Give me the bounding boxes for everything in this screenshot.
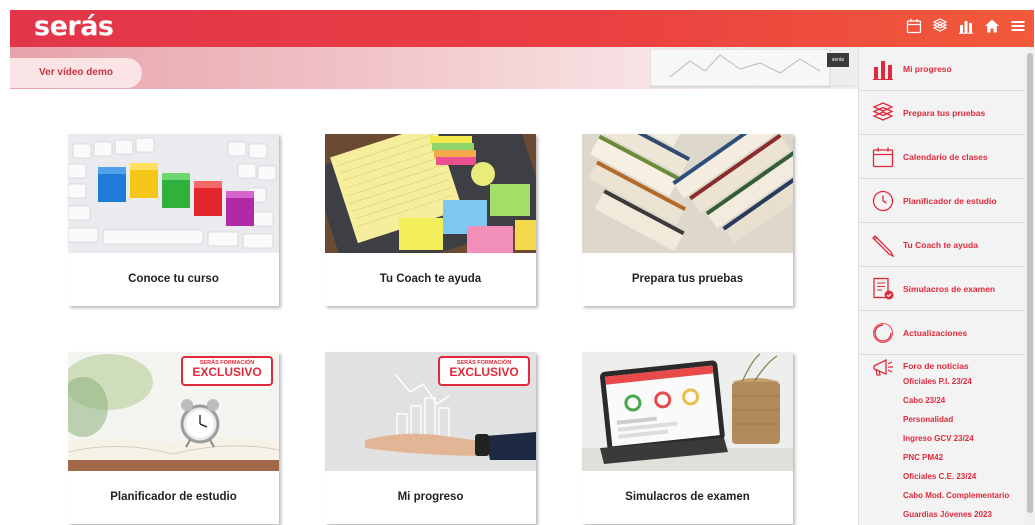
header-icons (906, 18, 1026, 34)
calendar-icon[interactable] (906, 18, 922, 34)
top-header: serás (10, 10, 1034, 47)
app: serás Ver vídeo demo serás Conoce tu cur… (0, 0, 1035, 525)
bar-chart-icon (871, 57, 895, 81)
side-menu: Mi progreso Prepara tus pruebas Calendar… (858, 47, 1026, 525)
clock-icon (871, 189, 895, 213)
news-link[interactable]: Guardias Jóvenes 2023 (903, 510, 992, 519)
card-planificador-de-estudio[interactable]: SERÁS FORMACIÓN EXCLUSIVO Planificador d… (68, 352, 279, 524)
news-link[interactable]: Ingreso GCV 23/24 (903, 434, 974, 443)
sidebar-item-label: Tu Coach te ayuda (903, 240, 978, 250)
card-title: Simulacros de examen (625, 491, 750, 503)
news-section: Foro de noticias Oficiales P.I. 23/24 Ca… (859, 355, 1026, 525)
news-forum-heading[interactable]: Foro de noticias (903, 361, 969, 371)
sidebar-item-calendario-de-clases[interactable]: Calendario de clases (859, 135, 1026, 179)
sidebar-item-label: Actualizaciones (903, 328, 968, 338)
exclusive-badge: SERÁS FORMACIÓN EXCLUSIVO (181, 356, 273, 386)
bar-chart-icon[interactable] (958, 18, 974, 34)
sidebar-item-label: Simulacros de examen (903, 284, 996, 294)
news-link[interactable]: Personalidad (903, 415, 953, 424)
card-title: Mi progreso (397, 491, 464, 503)
sidebar-item-actualizaciones[interactable]: Actualizaciones (859, 311, 1026, 355)
refresh-icon (871, 321, 895, 345)
sidebar-item-mi-progreso[interactable]: Mi progreso (859, 47, 1026, 91)
scrollbar-thumb[interactable] (1027, 53, 1033, 513)
menu-icon[interactable] (1010, 18, 1026, 34)
sidebar-item-label: Prepara tus pruebas (903, 108, 986, 118)
exclusive-badge-label: EXCLUSIVO (449, 365, 519, 379)
laptop-illustration: serás (649, 48, 855, 89)
card-title: Conoce tu curso (128, 273, 219, 285)
news-link[interactable]: Oficiales P.I. 23/24 (903, 377, 972, 386)
demo-video-button[interactable]: Ver vídeo demo (10, 58, 142, 88)
sidebar-item-planificador-de-estudio[interactable]: Planificador de estudio (859, 179, 1026, 223)
sidebar-item-tu-coach-te-ayuda[interactable]: Tu Coach te ayuda (859, 223, 1026, 267)
sidebar-item-label: Calendario de clases (903, 152, 988, 162)
news-link[interactable]: PNC PM42 (903, 453, 943, 462)
news-link[interactable]: Oficiales C.E. 23/24 (903, 472, 976, 481)
calendar-icon (871, 145, 895, 169)
laptop-screen-logo: serás (827, 53, 849, 67)
exclusive-badge: SERÁS FORMACIÓN EXCLUSIVO (438, 356, 530, 386)
home-icon[interactable] (984, 18, 1000, 34)
exclusive-badge-label: EXCLUSIVO (192, 365, 262, 379)
card-prepara-tus-pruebas[interactable]: Prepara tus pruebas (582, 134, 793, 306)
sidebar-item-label: Mi progreso (903, 64, 952, 74)
seras-logo[interactable]: serás (34, 11, 114, 42)
keyboard-cubes-image (68, 134, 279, 253)
card-conoce-tu-curso[interactable]: Conoce tu curso (68, 134, 279, 306)
sticky-notes-image (325, 134, 536, 253)
books-icon (871, 101, 895, 125)
sidebar-item-simulacros-de-examen[interactable]: Simulacros de examen (859, 267, 1026, 311)
megaphone-icon (871, 356, 895, 380)
sidebar-scrollbar[interactable] (1025, 47, 1035, 525)
card-title: Prepara tus pruebas (631, 273, 744, 285)
sidebar-item-label: Planificador de estudio (903, 196, 997, 206)
card-title: Tu Coach te ayuda (379, 273, 482, 285)
news-link[interactable]: Cabo 23/24 (903, 396, 945, 405)
hero-banner: Ver vídeo demo serás (10, 47, 858, 89)
card-title: Planificador de estudio (110, 491, 237, 503)
books-image (582, 134, 793, 253)
pencil-icon (871, 233, 895, 258)
card-tu-coach-te-ayuda[interactable]: Tu Coach te ayuda (325, 134, 536, 306)
news-link[interactable]: Cabo Mod. Complementario (903, 491, 1009, 500)
card-simulacros-de-examen[interactable]: Simulacros de examen (582, 352, 793, 524)
sidebar-item-prepara-tus-pruebas[interactable]: Prepara tus pruebas (859, 91, 1026, 135)
books-icon[interactable] (932, 18, 948, 34)
tablet-image (582, 352, 793, 471)
card-mi-progreso[interactable]: SERÁS FORMACIÓN EXCLUSIVO Mi progreso (325, 352, 536, 524)
exam-icon (871, 277, 895, 301)
